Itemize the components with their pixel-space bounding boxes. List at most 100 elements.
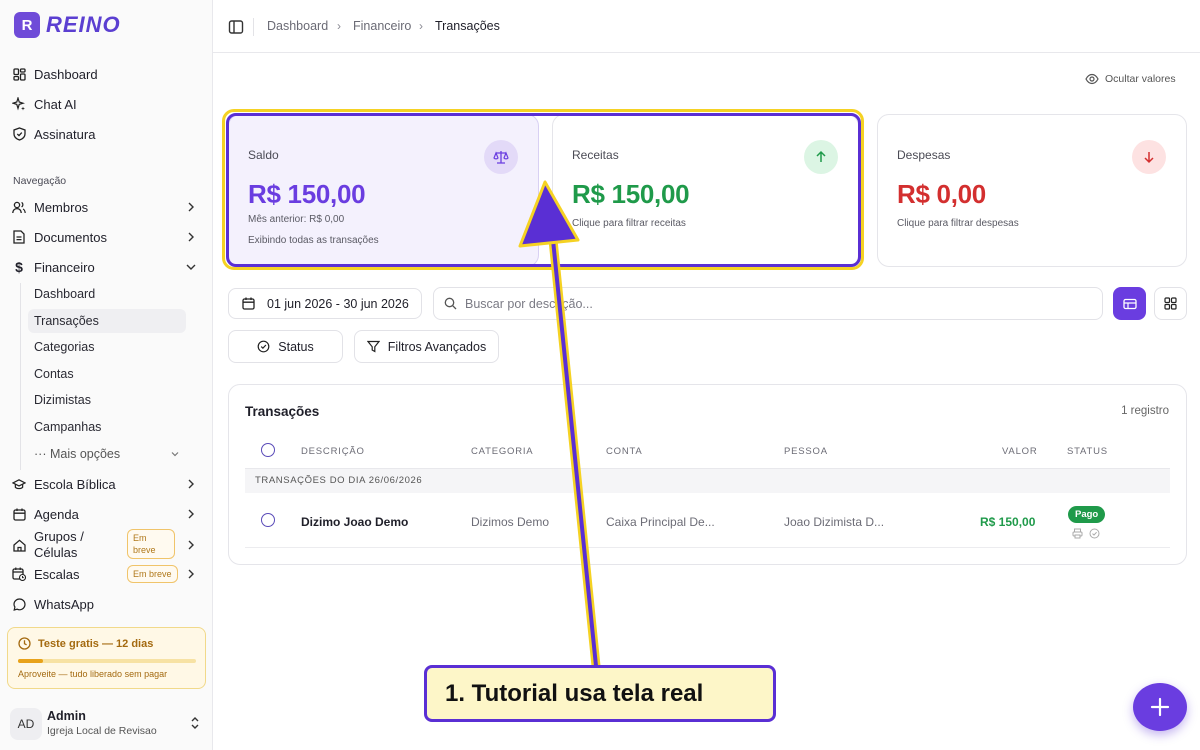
sidebar-item-label: Documentos [34, 229, 107, 245]
logo-mark: R [14, 12, 40, 38]
sidebar-toggle-icon[interactable] [228, 19, 244, 35]
grid-icon [12, 67, 26, 81]
date-group-row: TRANSAÇÕES DO DIA 26/06/2026 [245, 469, 1170, 493]
column-header-descricao[interactable]: DESCRIÇÃO [301, 446, 365, 457]
chat-bubble-icon [12, 597, 26, 611]
sidebar-item-label: Agenda [34, 506, 79, 522]
sidebar-item-label: Chat AI [34, 96, 77, 112]
arrow-down-icon [1132, 140, 1166, 174]
sidebar-subitem-mais-opcoes[interactable]: ··· Mais opções [28, 442, 186, 466]
sidebar-item-label: Escola Bíblica [34, 476, 116, 492]
filter-icon [366, 340, 380, 353]
column-header-pessoa[interactable]: PESSOA [784, 446, 828, 457]
calendar-clock-icon [12, 567, 26, 581]
status-badge[interactable]: Pago [1068, 506, 1106, 523]
coming-soon-badge: Em breve [127, 565, 178, 583]
sidebar-item-dashboard[interactable]: Dashboard [12, 61, 202, 87]
home-icon [12, 538, 26, 552]
sidebar-item-membros[interactable]: Membros [12, 194, 202, 220]
column-header-categoria[interactable]: CATEGORIA [471, 446, 533, 457]
sidebar-item-assinatura[interactable]: Assinatura [12, 121, 202, 147]
date-range-picker[interactable]: 01 jun 2026 - 30 jun 2026 [228, 288, 422, 319]
sidebar-item-whatsapp[interactable]: WhatsApp [12, 591, 202, 617]
sidebar-item-label: WhatsApp [34, 596, 94, 612]
sidebar-item-label-line2: Células [34, 545, 78, 560]
sidebar-item-label: Dashboard [34, 66, 98, 82]
sidebar-subitem-contas[interactable]: Contas [28, 362, 186, 386]
sidebar: R REINO Dashboard Chat AI Assinatura Nav… [0, 0, 213, 750]
coming-soon-badge: Em breve [127, 529, 175, 559]
tutorial-callout: 1. Tutorial usa tela real [424, 665, 776, 722]
chevron-right-icon [188, 569, 194, 579]
chevrons-up-down-icon [191, 717, 199, 729]
sidebar-subitem-dizimistas[interactable]: Dizimistas [28, 388, 186, 412]
column-header-conta[interactable]: CONTA [606, 446, 643, 457]
chevron-down-icon [186, 264, 196, 270]
search-icon [444, 297, 457, 310]
hide-values-toggle[interactable]: Ocultar valores [1085, 73, 1176, 85]
receitas-card[interactable]: Receitas R$ 150,00 Clique para filtrar r… [552, 114, 859, 267]
breadcrumb-item[interactable]: Dashboard [267, 19, 328, 33]
check-circle-icon [257, 340, 270, 353]
printer-icon[interactable] [1072, 528, 1083, 539]
arrow-up-icon [804, 140, 838, 174]
search-field[interactable] [433, 287, 1103, 320]
chevron-right-icon [188, 232, 194, 242]
date-group-label: TRANSAÇÕES DO DIA 26/06/2026 [255, 475, 423, 486]
card-label: Saldo [248, 148, 279, 162]
breadcrumb-separator: › [419, 19, 423, 33]
shield-icon [12, 127, 26, 141]
user-org: Igreja Local de Revisao [47, 725, 157, 737]
sparkle-icon [12, 97, 26, 111]
graduation-cap-icon [12, 477, 26, 491]
sidebar-subitem-transacoes[interactable]: Transações [28, 309, 186, 333]
sidebar-item-grupos-celulas[interactable]: Grupos / Células Em breve [12, 528, 202, 562]
row-pessoa: Joao Dizimista D... [784, 515, 885, 529]
sidebar-item-escalas[interactable]: Escalas Em breve [12, 561, 202, 587]
check-circle-icon[interactable] [1089, 528, 1100, 539]
row-descricao[interactable]: Dizimo Joao Demo [301, 515, 408, 529]
despesas-card[interactable]: Despesas R$ 0,00 Clique para filtrar des… [877, 114, 1187, 267]
sidebar-item-label: Membros [34, 199, 89, 215]
sidebar-item-chat-ai[interactable]: Chat AI [12, 91, 202, 117]
add-transaction-button[interactable] [1133, 683, 1187, 731]
chevron-right-icon [188, 540, 194, 550]
grid-view-button[interactable] [1154, 287, 1187, 320]
more-options-label: ··· Mais opções [34, 447, 121, 461]
status-filter-button[interactable]: Status [228, 330, 343, 363]
chevron-right-icon [188, 479, 194, 489]
trial-title: Teste gratis — 12 dias [38, 638, 154, 650]
row-checkbox[interactable] [261, 513, 275, 527]
sidebar-subitem-categorias[interactable]: Categorias [28, 335, 186, 359]
list-view-button[interactable] [1113, 287, 1146, 320]
trial-banner[interactable]: Teste gratis — 12 dias Aproveite — tudo … [7, 627, 206, 689]
sidebar-subitem-dashboard[interactable]: Dashboard [28, 282, 186, 306]
user-menu[interactable]: AD Admin Igreja Local de Revisao [10, 705, 205, 743]
advanced-filters-button[interactable]: Filtros Avançados [354, 330, 499, 363]
breadcrumb-current: Transações [435, 19, 500, 33]
saldo-card[interactable]: Saldo R$ 150,00 Mês anterior: R$ 0,00 Ex… [228, 114, 539, 267]
table-title: Transações [245, 404, 320, 419]
column-header-valor[interactable]: VALOR [1002, 446, 1038, 457]
table-view-icon [1122, 298, 1137, 309]
sidebar-item-documentos[interactable]: Documentos [12, 224, 202, 250]
users-icon [12, 200, 26, 214]
despesas-hint: Clique para filtrar despesas [897, 218, 1019, 229]
dollar-icon: $ [15, 259, 23, 275]
grid-icon [1164, 297, 1177, 310]
trial-progress-fill [18, 659, 43, 663]
saldo-previous-month: Mês anterior: R$ 0,00 [248, 214, 345, 225]
select-all-checkbox[interactable] [261, 443, 275, 457]
column-header-status[interactable]: STATUS [1067, 446, 1108, 457]
sidebar-item-agenda[interactable]: Agenda [12, 501, 202, 527]
breadcrumb-item[interactable]: Financeiro [353, 19, 411, 33]
app-logo[interactable]: R REINO [14, 12, 121, 38]
sidebar-item-financeiro[interactable]: $ Financeiro [12, 254, 202, 280]
row-conta: Caixa Principal De... [606, 515, 715, 529]
divider [245, 547, 1170, 548]
card-label: Receitas [572, 148, 619, 162]
sidebar-subitem-campanhas[interactable]: Campanhas [28, 415, 186, 439]
avatar: AD [10, 708, 42, 740]
sidebar-item-escola-biblica[interactable]: Escola Bíblica [12, 471, 202, 497]
search-input[interactable] [465, 296, 1065, 311]
